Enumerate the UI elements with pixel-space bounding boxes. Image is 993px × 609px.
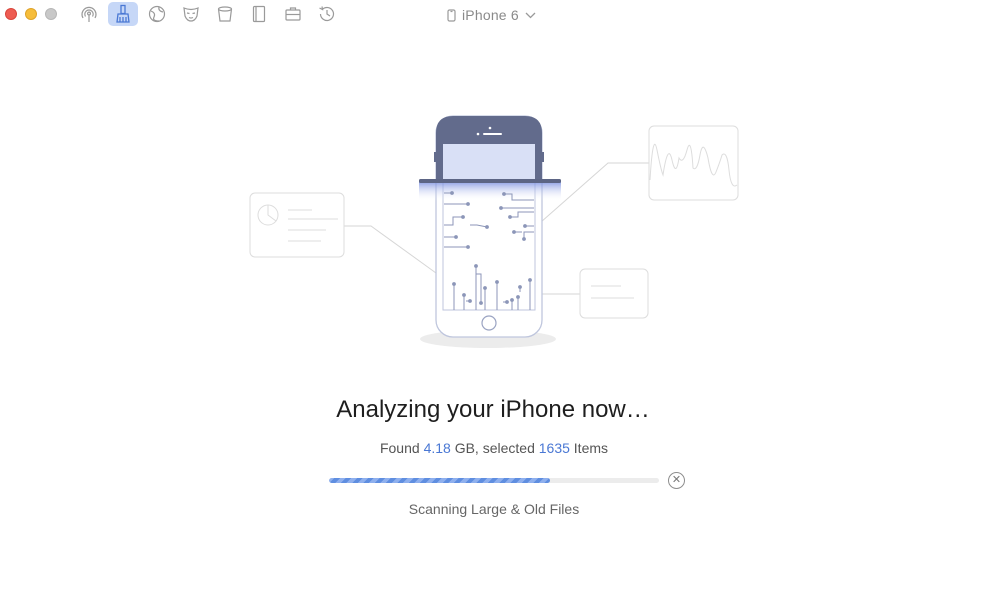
toolbox-icon	[285, 7, 301, 21]
close-window-button[interactable]	[5, 8, 17, 20]
device-selector[interactable]: iPhone 6	[447, 5, 536, 25]
toolbar-airdrop-button[interactable]	[74, 2, 104, 26]
scan-status-text: Scanning Large & Old Files	[408, 501, 580, 517]
toolbar-history-button[interactable]	[312, 2, 342, 26]
close-icon: ✕	[671, 474, 682, 486]
title-bar: iPhone 6	[0, 0, 993, 30]
device-name: iPhone 6	[462, 7, 519, 23]
maximize-window-button[interactable]	[45, 8, 57, 20]
text-card-right	[579, 268, 649, 319]
toolbar-toolbox-button[interactable]	[278, 2, 308, 26]
toolbar-cleanup-button[interactable]	[108, 2, 138, 26]
airdrop-icon	[81, 6, 97, 22]
scan-progress-bar	[329, 478, 659, 483]
toolbar-cleaner-button[interactable]	[210, 2, 240, 26]
chevron-down-icon	[525, 12, 536, 18]
book-icon	[252, 5, 266, 23]
found-mid: GB, selected	[450, 440, 539, 456]
toolbar-internet-button[interactable]	[142, 2, 172, 26]
waveform-card	[648, 125, 739, 201]
history-icon	[319, 6, 335, 22]
mask-icon	[183, 7, 199, 22]
toolbar-books-button[interactable]	[244, 2, 274, 26]
broom-icon	[116, 4, 130, 23]
globe-icon	[148, 5, 166, 23]
scanning-phone-illustration	[249, 115, 739, 348]
cancel-scan-button[interactable]: ✕	[668, 472, 685, 489]
toolbar-privacy-button[interactable]	[176, 2, 206, 26]
bucket-icon	[217, 6, 233, 22]
phone-icon	[447, 8, 456, 22]
status-headline: Analyzing your iPhone now…	[336, 396, 650, 423]
minimize-window-button[interactable]	[25, 8, 37, 20]
scan-progress-fill	[329, 478, 551, 483]
found-prefix: Found	[379, 440, 424, 456]
selected-count: 1635	[538, 440, 570, 456]
found-summary: Found 4.18 GB, selected 1635 Items	[0, 440, 988, 456]
found-suffix: Items	[569, 440, 609, 456]
chart-card-left	[249, 192, 345, 258]
found-size: 4.18	[423, 440, 451, 456]
